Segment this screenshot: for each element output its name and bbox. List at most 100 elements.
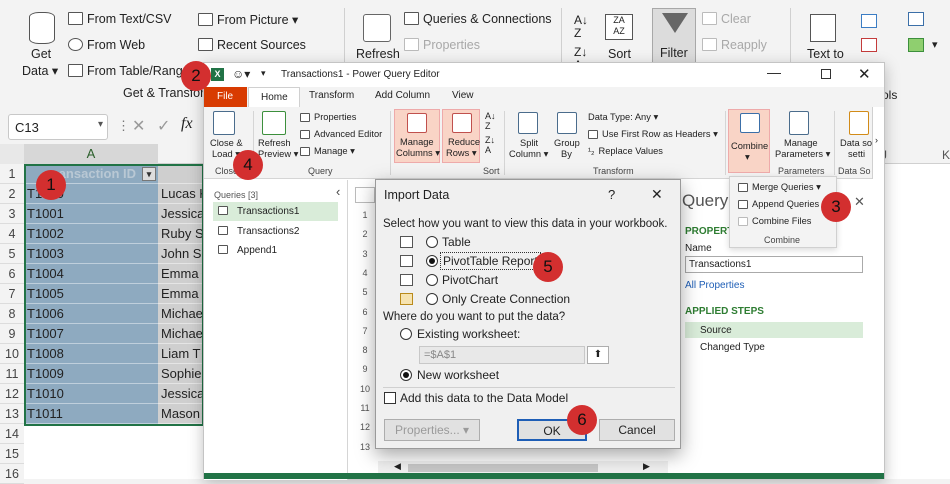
cell-customer-name[interactable]: Jessica: [158, 204, 204, 224]
pivottable-option-label[interactable]: PivotTable Report: [440, 252, 541, 270]
cell-transaction-id[interactable]: T1005: [24, 284, 158, 304]
existing-worksheet-radio[interactable]: [400, 328, 412, 340]
cell-customer-name[interactable]: Lucas K: [158, 184, 204, 204]
collapse-queries-icon[interactable]: ‹: [336, 184, 340, 199]
combine-files-item[interactable]: Combine Files: [738, 216, 811, 226]
cell-customer-name[interactable]: Jessica: [158, 384, 204, 404]
tab-file[interactable]: File: [204, 87, 247, 107]
close-load-button[interactable]: Close &: [210, 138, 243, 148]
tab-transform[interactable]: Transform: [309, 90, 354, 101]
row-header[interactable]: 5: [0, 244, 24, 264]
cell-transaction-id[interactable]: T1011: [24, 404, 158, 424]
insert-function-icon[interactable]: fx: [181, 115, 193, 133]
step-source[interactable]: Source: [685, 322, 863, 338]
cell-transaction-id[interactable]: T1008: [24, 344, 158, 364]
new-worksheet-label[interactable]: New worksheet: [417, 368, 499, 382]
name-box[interactable]: C13 ▾: [8, 114, 108, 140]
row-header[interactable]: 7: [0, 284, 24, 304]
ribbon-more-arrow[interactable]: ▾: [932, 38, 938, 51]
manage-data-model-icon[interactable]: [908, 38, 924, 52]
scrollbar-thumb[interactable]: [408, 464, 598, 472]
queries-connections-button[interactable]: Queries & Connections: [404, 12, 552, 26]
tab-view[interactable]: View: [452, 90, 474, 101]
cell-customer-name[interactable]: Emma: [158, 284, 204, 304]
cell-transaction-id[interactable]: T1007: [24, 324, 158, 344]
manage-parameters-dropdown[interactable]: Parameters ▾: [775, 149, 830, 160]
cell-transaction-id[interactable]: T1010: [24, 384, 158, 404]
row-header[interactable]: 14: [0, 424, 24, 444]
enter-formula-icon[interactable]: ✓: [157, 116, 170, 136]
refresh-all-button[interactable]: Refresh: [356, 47, 400, 61]
table-option-label[interactable]: Table: [442, 235, 471, 249]
query-item-transactions2[interactable]: Transactions2: [213, 222, 338, 241]
select-all-corner[interactable]: [0, 144, 24, 164]
dialog-close-button[interactable]: ✕: [651, 186, 663, 203]
properties-dialog-button[interactable]: Properties... ▾: [384, 419, 480, 441]
cell-transaction-id[interactable]: T1009: [24, 364, 158, 384]
pq-properties-button[interactable]: Properties: [300, 112, 356, 122]
existing-worksheet-label[interactable]: Existing worksheet:: [417, 327, 520, 341]
cell-reference-input[interactable]: =$A$1: [419, 346, 585, 364]
cell-customer-name[interactable]: Ruby S: [158, 224, 204, 244]
cell-transaction-id[interactable]: T1001: [24, 204, 158, 224]
row-header[interactable]: 3: [0, 204, 24, 224]
row-header[interactable]: 11: [0, 364, 24, 384]
minimize-icon[interactable]: —: [767, 64, 781, 80]
column-header-a[interactable]: A: [24, 144, 158, 164]
tab-home[interactable]: Home: [248, 87, 300, 108]
column-header-k[interactable]: K: [942, 148, 950, 162]
query-item-transactions1[interactable]: Transactions1: [213, 202, 338, 221]
cell-customer-name[interactable]: Sophie: [158, 364, 204, 384]
cell-transaction-id[interactable]: T1004: [24, 264, 158, 284]
new-worksheet-radio[interactable]: [400, 369, 412, 381]
row-header[interactable]: 6: [0, 264, 24, 284]
reduce-rows-button[interactable]: Reduce Rows ▾: [442, 109, 480, 163]
close-settings-icon[interactable]: ✕: [854, 194, 865, 210]
ribbon-scroll-right[interactable]: ›: [872, 107, 884, 179]
cancel-button[interactable]: Cancel: [599, 419, 675, 441]
sort-descending-icon[interactable]: Z↓ A: [485, 135, 495, 155]
row-header[interactable]: 1: [0, 164, 24, 184]
refresh-preview-dropdown[interactable]: Preview ▾: [258, 149, 298, 160]
connection-only-option-label[interactable]: Only Create Connection: [442, 292, 570, 306]
cell-customer-name[interactable]: Michae: [158, 304, 204, 324]
from-text-csv-button[interactable]: From Text/CSV: [68, 12, 172, 26]
merge-queries-item[interactable]: Merge Queries ▾: [738, 182, 821, 193]
first-row-headers-button[interactable]: Use First Row as Headers ▾: [588, 129, 718, 140]
flash-fill-icon[interactable]: [861, 14, 877, 28]
from-web-button[interactable]: From Web: [68, 38, 145, 52]
clear-button[interactable]: Clear: [702, 12, 751, 26]
row-header[interactable]: 16: [0, 464, 24, 484]
close-window-icon[interactable]: ✕: [858, 65, 871, 83]
get-data-dropdown[interactable]: Data ▾: [22, 63, 58, 78]
pivotchart-option-label[interactable]: PivotChart: [442, 273, 498, 287]
row-header[interactable]: 12: [0, 384, 24, 404]
name-box-dropdown-icon[interactable]: ▾: [98, 119, 103, 130]
grid-corner-table-icon[interactable]: [355, 187, 375, 203]
manage-query-button[interactable]: Manage ▾: [300, 146, 355, 157]
cell-customer-name[interactable]: Emma: [158, 264, 204, 284]
row-header[interactable]: 13: [0, 404, 24, 424]
append-queries-item[interactable]: Append Queries: [738, 199, 819, 209]
filter-button[interactable]: Filter: [652, 8, 696, 64]
cell-transaction-id[interactable]: T1002: [24, 224, 158, 244]
row-header[interactable]: 8: [0, 304, 24, 324]
manage-parameters-button[interactable]: Manage: [784, 138, 818, 148]
cell-customer-name[interactable]: Liam T: [158, 344, 204, 364]
filter-dropdown-icon[interactable]: ▾: [142, 167, 156, 181]
refresh-preview-button[interactable]: Refresh: [258, 138, 291, 148]
query-item-append1[interactable]: Append1: [213, 241, 338, 260]
row-header[interactable]: 4: [0, 224, 24, 244]
cell-transaction-id[interactable]: T1006: [24, 304, 158, 324]
from-picture-button[interactable]: From Picture ▾: [198, 12, 298, 27]
cell-customer-name[interactable]: John S: [158, 244, 204, 264]
step-changed-type[interactable]: Changed Type: [685, 339, 863, 355]
properties-button[interactable]: Properties: [404, 38, 480, 52]
tab-add-column[interactable]: Add Column: [375, 90, 430, 101]
cell-transaction-id[interactable]: T1003: [24, 244, 158, 264]
from-table-range-button[interactable]: From Table/Range: [68, 64, 190, 78]
row-header[interactable]: 10: [0, 344, 24, 364]
manage-columns-button[interactable]: Manage Columns ▾: [394, 109, 440, 163]
scroll-right-icon[interactable]: ▶: [643, 461, 650, 472]
row-header[interactable]: 9: [0, 324, 24, 344]
